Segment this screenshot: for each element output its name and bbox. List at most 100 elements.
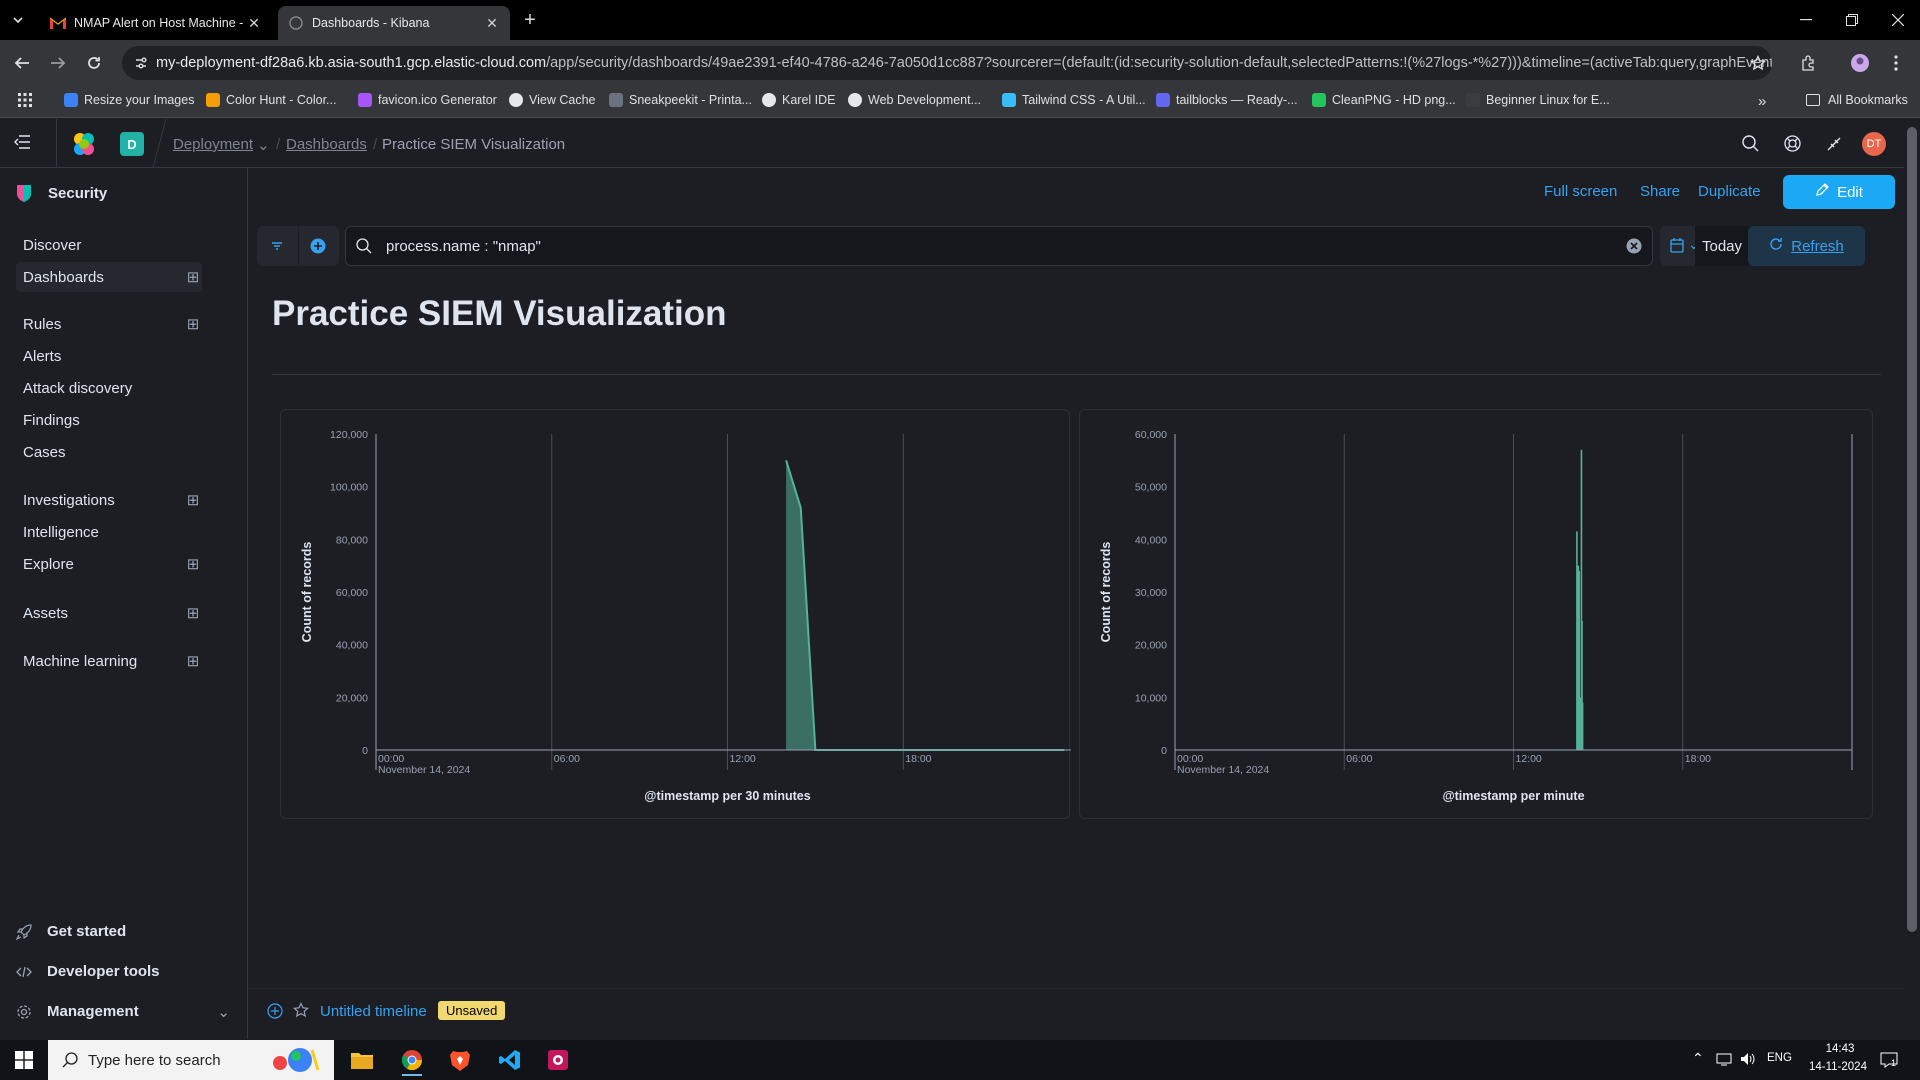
chrome-icon[interactable] <box>392 1044 432 1076</box>
sidebar-item-intelligence[interactable]: Intelligence <box>16 517 202 547</box>
bookmark-star-icon[interactable] <box>1746 51 1770 75</box>
panel-open-icon[interactable]: ⊞ <box>184 555 202 573</box>
chart-panel-30min[interactable]: 0 20,000 40,000 60,000 80,000 100,000 120,000 0… <box>280 409 1071 819</box>
breadcrumb-deployment[interactable]: Deployment <box>173 136 253 153</box>
windows-start-icon[interactable] <box>4 1044 44 1076</box>
clear-query-icon[interactable] <box>1626 238 1642 258</box>
sidebar-item-investigations[interactable]: Investigations ⊞ <box>16 485 202 515</box>
tab-gmail[interactable]: NMAP Alert on Host Machine - ✕ <box>40 6 272 40</box>
sidebar-item-alerts[interactable]: Alerts <box>16 341 202 371</box>
profile-avatar-icon[interactable] <box>1848 51 1872 75</box>
site-info-icon[interactable] <box>134 56 148 70</box>
chevron-down-icon[interactable]: ⌄ <box>217 1003 230 1021</box>
sidebar-item-assets[interactable]: Assets ⊞ <box>16 598 202 628</box>
elastic-logo-icon[interactable] <box>71 131 97 162</box>
bookmark-item[interactable]: View Cache <box>509 93 595 107</box>
filter-icon[interactable] <box>270 239 284 258</box>
sidebar-item-cases[interactable]: Cases <box>16 437 202 467</box>
help-icon[interactable] <box>1784 135 1801 157</box>
bookmark-item[interactable]: Karel IDE <box>762 93 836 107</box>
developer-tools-link[interactable]: Developer tools <box>16 963 160 980</box>
file-explorer-icon[interactable] <box>342 1044 382 1076</box>
newsfeed-icon[interactable] <box>1826 135 1843 157</box>
taskbar-search-input[interactable]: Type here to search <box>48 1040 334 1080</box>
timeline-name[interactable]: Untitled timeline <box>320 1003 427 1020</box>
add-timeline-icon[interactable] <box>267 1003 283 1024</box>
volume-icon[interactable] <box>1740 1052 1756 1069</box>
search-highlight-icon <box>266 1045 324 1079</box>
more-bookmarks-icon[interactable]: » <box>1758 93 1766 110</box>
x-tick-label: 06:00 <box>554 753 580 765</box>
scrollbar-thumb[interactable] <box>1907 127 1917 932</box>
avatar[interactable]: DT <box>1862 132 1886 156</box>
get-started-link[interactable]: Get started <box>16 923 126 940</box>
breadcrumb-dashboards[interactable]: Dashboards <box>286 136 367 153</box>
bookmark-item[interactable]: Tailwind CSS - A Util... <box>1002 93 1146 107</box>
full-screen-button[interactable]: Full screen <box>1544 183 1617 200</box>
bar <box>1581 702 1584 750</box>
bookmark-item[interactable]: Resize your Images <box>64 93 194 107</box>
bar <box>1579 697 1581 750</box>
bookmark-item[interactable]: Beginner Linux for E... <box>1466 93 1610 107</box>
bookmark-item[interactable]: Sneakpeekit - Printa... <box>609 93 752 107</box>
panel-open-icon[interactable]: ⊞ <box>184 268 202 286</box>
sidebar-item-explore[interactable]: Explore ⊞ <box>16 549 202 579</box>
tab-search-icon[interactable] <box>4 8 32 32</box>
vscode-icon[interactable] <box>490 1044 530 1076</box>
star-icon[interactable] <box>293 1002 309 1023</box>
page-scrollbar[interactable] <box>1904 119 1920 1039</box>
close-icon[interactable]: ✕ <box>484 15 500 32</box>
browser-menu-icon[interactable] <box>1884 51 1908 75</box>
panel-open-icon[interactable]: ⊞ <box>184 604 202 622</box>
x-tick-label: 12:00 <box>1516 753 1542 765</box>
apps-grid-icon[interactable] <box>18 93 32 107</box>
breadcrumb-slash: / <box>276 136 281 153</box>
clock-date[interactable]: 14-11-2024 <box>1809 1061 1867 1073</box>
panel-open-icon[interactable]: ⊞ <box>184 491 202 509</box>
edit-button[interactable]: Edit <box>1783 175 1895 209</box>
sidebar-item-discover[interactable]: Discover <box>16 230 202 260</box>
duplicate-button[interactable]: Duplicate <box>1698 183 1761 200</box>
forward-icon[interactable] <box>46 51 70 75</box>
bookmark-item[interactable]: favicon.ico Generator <box>358 93 497 107</box>
query-input[interactable]: process.name : "nmap" <box>345 226 1653 266</box>
space-badge[interactable]: D <box>120 132 144 156</box>
language-indicator[interactable]: ENG <box>1767 1052 1792 1064</box>
management-link[interactable]: Management ⌄ <box>16 1003 230 1021</box>
tab-kibana[interactable]: Dashboards - Kibana ✕ <box>278 6 510 40</box>
restore-icon[interactable] <box>1832 8 1872 32</box>
sidebar-item-machine-learning[interactable]: Machine learning ⊞ <box>16 646 202 676</box>
close-icon[interactable]: ✕ <box>246 15 262 32</box>
back-icon[interactable] <box>10 51 34 75</box>
panel-open-icon[interactable]: ⊞ <box>184 652 202 670</box>
bookmark-item[interactable]: tailblocks — Ready-... <box>1156 93 1298 107</box>
sidebar-item-findings[interactable]: Findings <box>16 405 202 435</box>
date-range-display[interactable]: Today <box>1695 226 1749 266</box>
panel-open-icon[interactable]: ⊞ <box>184 315 202 333</box>
bookmark-item[interactable]: Color Hunt - Color... <box>206 93 336 107</box>
share-button[interactable]: Share <box>1640 183 1680 200</box>
chart-panel-per-minute[interactable]: 0 10,000 20,000 30,000 40,000 50,000 60,000 00:… <box>1079 409 1873 819</box>
screen-recorder-icon[interactable] <box>538 1044 578 1076</box>
minimize-icon[interactable] <box>1786 8 1826 32</box>
refresh-button[interactable]: Refresh <box>1748 226 1865 266</box>
network-icon[interactable] <box>1716 1052 1732 1069</box>
reload-icon[interactable] <box>82 51 106 75</box>
sidebar-item-rules[interactable]: Rules ⊞ <box>16 309 202 339</box>
bookmark-item[interactable]: CleanPNG - HD png... <box>1312 93 1456 107</box>
chevron-down-icon[interactable]: ⌄ <box>257 136 270 154</box>
new-tab-icon[interactable]: + <box>512 8 548 32</box>
sidebar-item-attack-discovery[interactable]: Attack discovery <box>16 373 202 403</box>
search-icon[interactable] <box>1742 135 1759 157</box>
bookmark-item[interactable]: Web Development... <box>848 93 981 107</box>
collapse-nav-icon[interactable] <box>14 135 30 154</box>
all-bookmarks[interactable]: All Bookmarks <box>1806 93 1908 107</box>
extensions-icon[interactable] <box>1796 51 1820 75</box>
close-window-icon[interactable] <box>1878 8 1918 32</box>
tray-expand-icon[interactable]: ⌃ <box>1692 1050 1704 1067</box>
clock-time[interactable]: 14:43 <box>1820 1043 1860 1055</box>
brave-icon[interactable] <box>440 1044 480 1076</box>
address-bar[interactable]: my-deployment-df28a6.kb.asia-south1.gcp.… <box>122 46 1772 80</box>
sidebar-item-dashboards[interactable]: Dashboards ⊞ <box>16 262 202 292</box>
add-filter-icon[interactable] <box>310 238 326 259</box>
